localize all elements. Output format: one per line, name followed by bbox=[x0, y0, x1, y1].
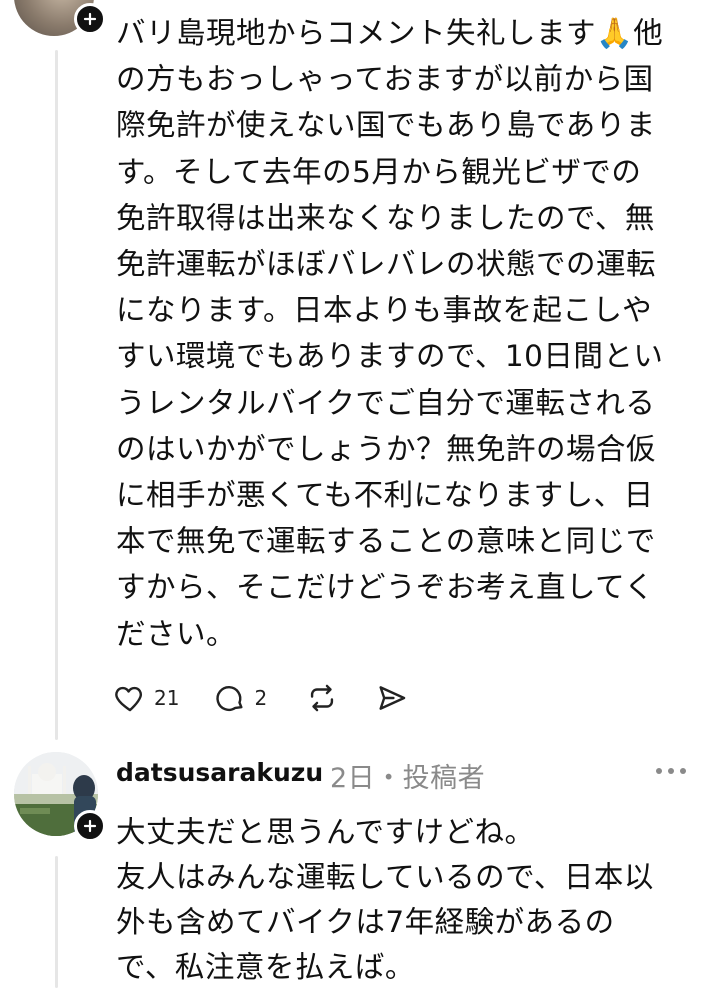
post-line: す。そして去年の5月から観光ビザでの bbox=[116, 154, 642, 189]
post-line: のはいかがでしょうか？無免許の場合仮 bbox=[116, 431, 657, 466]
reply-line: で、私注意を払えば。 bbox=[116, 950, 415, 984]
post-line: うレンタルバイクでご自分で運転される bbox=[116, 385, 656, 420]
send-icon bbox=[379, 686, 406, 710]
reply-line: 外も含めてバイクは7年経験があるの bbox=[116, 905, 615, 939]
post-body-text: バリ島現地からコメント失礼します🙏他 の方もおっしゃっておますが以前から国 際免… bbox=[116, 10, 710, 657]
post-action-bar: 21 2 bbox=[113, 676, 433, 720]
reply-meta: 2日・投稿者 bbox=[330, 763, 486, 794]
follow-plus-icon[interactable] bbox=[74, 810, 106, 842]
more-dots-icon[interactable] bbox=[656, 768, 692, 774]
post-line: 免許運転がほぼバレバレの状態での運転 bbox=[116, 247, 657, 282]
like-count: 21 bbox=[154, 686, 180, 710]
share-button[interactable] bbox=[375, 681, 409, 715]
repost-button[interactable] bbox=[305, 681, 339, 715]
reply-line: 大丈夫だと思うんですけどね。 bbox=[116, 815, 535, 849]
follow-plus-icon[interactable] bbox=[74, 3, 106, 35]
thread-line-bottom bbox=[55, 856, 58, 988]
post-line: すから、そこだけどうぞお考え直してく bbox=[116, 570, 655, 605]
post-line: の方もおっしゃっておますが以前から国 bbox=[116, 62, 654, 97]
post-line: すい環境でもありますので、10日間とい bbox=[116, 339, 664, 374]
like-button[interactable]: 21 bbox=[113, 681, 179, 715]
post-line: になります。日本よりも事故を起こしや bbox=[116, 293, 653, 328]
thread-line-top bbox=[55, 50, 58, 740]
post-line: バリ島現地からコメント失礼します🙏他 bbox=[116, 16, 664, 50]
repost-icon bbox=[311, 684, 334, 712]
reply-username[interactable]: datsusarakuzu bbox=[116, 758, 323, 787]
comment-icon bbox=[216, 686, 243, 712]
heart-icon bbox=[115, 686, 142, 712]
post-line: 際免許が使えない国でもあり島でありま bbox=[116, 108, 656, 143]
post-line: ださい。 bbox=[116, 616, 237, 651]
reply-count: 2 bbox=[254, 686, 268, 710]
reply-body-text: 大丈夫だと思うんですけどね。 友人はみんな運転しているので、日本以 外も含めてバ… bbox=[116, 810, 710, 990]
reply-button[interactable]: 2 bbox=[213, 681, 267, 715]
post-line: 本で無免で運転することの意味と同じで bbox=[116, 524, 656, 559]
post-line: に相手が悪くても不利になりますし、日 bbox=[116, 478, 654, 513]
reply-line: 友人はみんな運転しているので、日本以 bbox=[116, 860, 654, 894]
post-line: 免許取得は出来なくなりましたので、無 bbox=[116, 200, 655, 235]
